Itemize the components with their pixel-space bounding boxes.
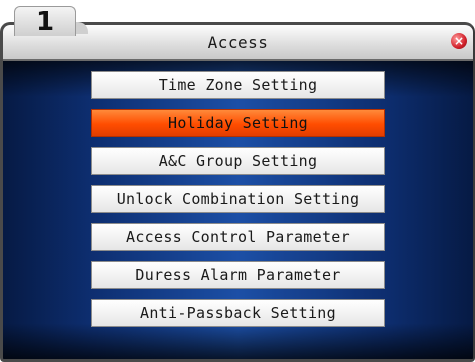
menu-item-duress-alarm-parameter[interactable]: Duress Alarm Parameter [91,261,385,289]
access-menu: Time Zone Setting Holiday Setting A&C Gr… [3,71,473,327]
menu-item-holiday-setting[interactable]: Holiday Setting [91,109,385,137]
menu-item-unlock-combination-setting[interactable]: Unlock Combination Setting [91,185,385,213]
menu-item-ac-group-setting[interactable]: A&C Group Setting [91,147,385,175]
device-window: Access × Time Zone Setting Holiday Setti… [0,22,475,362]
menu-item-anti-passback-setting[interactable]: Anti-Passback Setting [91,299,385,327]
close-icon[interactable]: × [451,33,467,49]
menu-item-access-control-parameter[interactable]: Access Control Parameter [91,223,385,251]
window-title: Access [207,32,269,52]
step-number-badge: 1 [14,6,76,37]
menu-item-time-zone-setting[interactable]: Time Zone Setting [91,71,385,99]
menu-screen: Time Zone Setting Holiday Setting A&C Gr… [3,61,473,359]
